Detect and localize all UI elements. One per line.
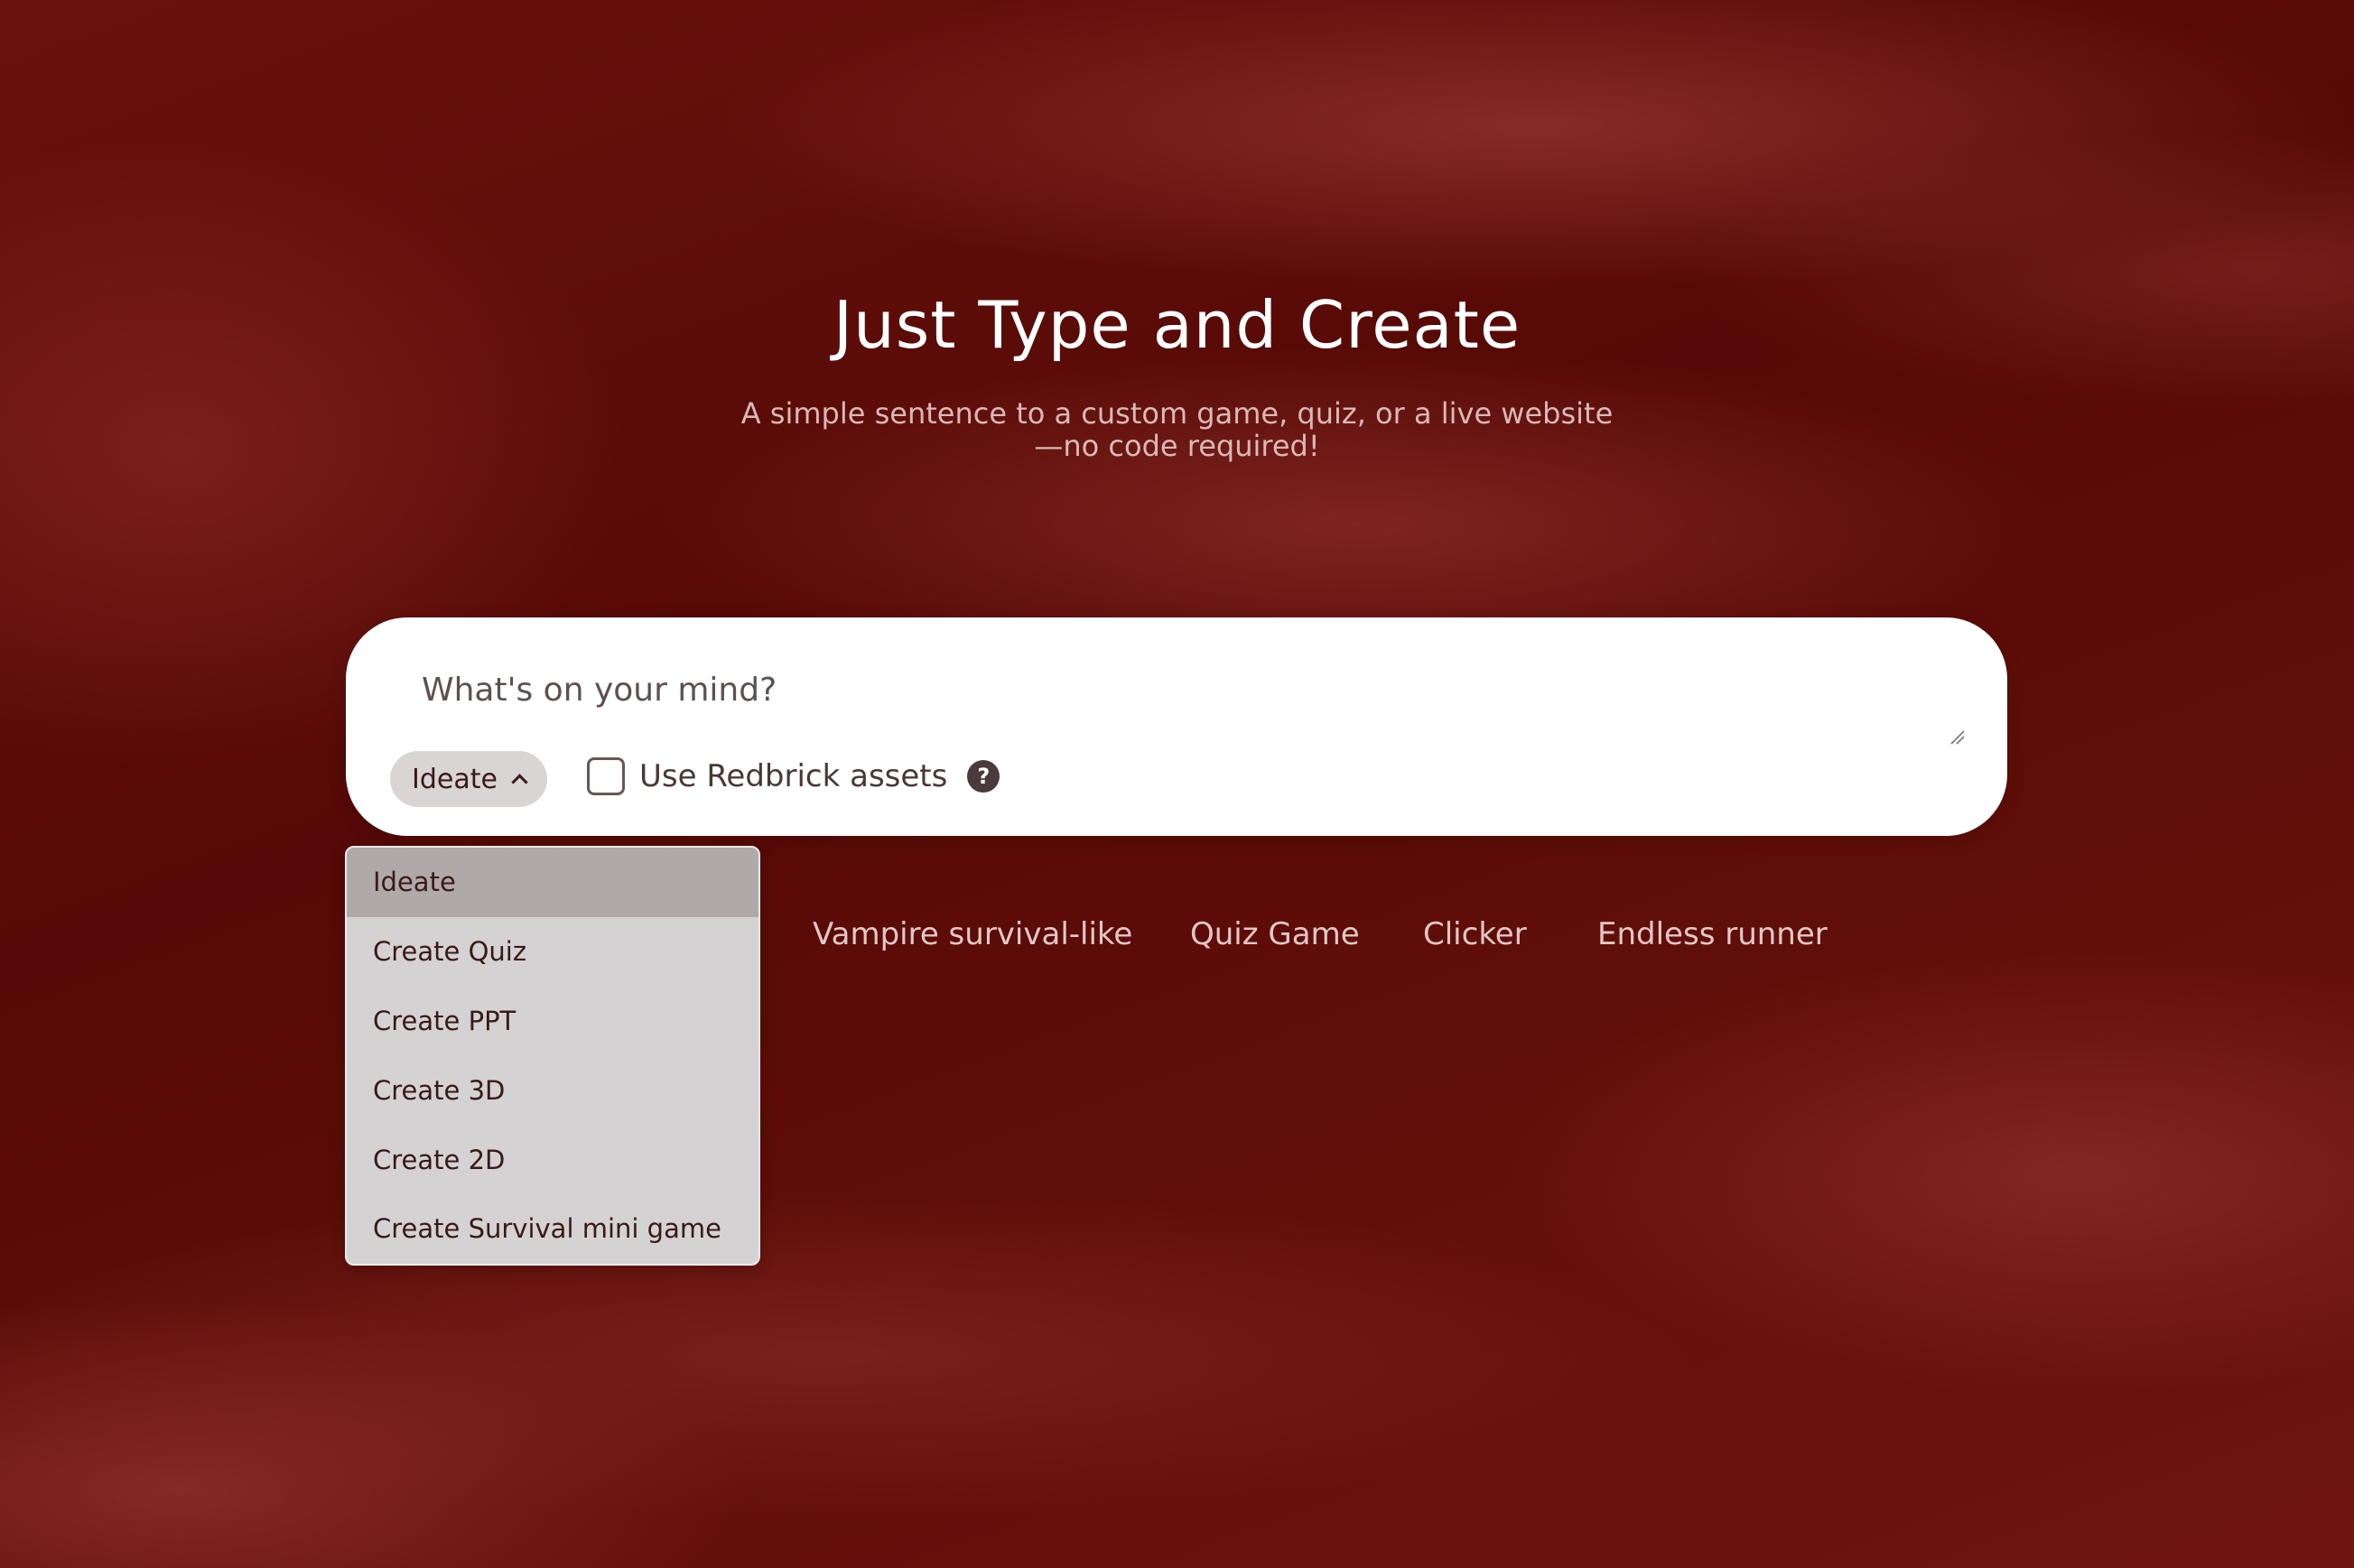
use-assets-option[interactable]: Use Redbrick assets ? xyxy=(587,757,1000,795)
suggestion-vampire-survival[interactable]: Vampire survival-like xyxy=(813,916,1132,952)
suggestion-endless-runner[interactable]: Endless runner xyxy=(1597,916,1828,952)
page-title: Just Type and Create xyxy=(833,287,1521,363)
mode-dropdown-menu: Ideate Create Quiz Create PPT Create 3D … xyxy=(345,846,760,1266)
chevron-up-icon xyxy=(511,773,528,791)
dropdown-item-create-3d[interactable]: Create 3D xyxy=(347,1055,758,1125)
mode-select-value: Ideate xyxy=(412,763,498,795)
resize-handle-icon[interactable] xyxy=(1948,728,1966,746)
mode-select-button[interactable]: Ideate xyxy=(390,751,547,807)
dropdown-item-create-survival[interactable]: Create Survival mini game xyxy=(347,1194,758,1264)
prompt-input[interactable] xyxy=(422,663,1866,717)
use-assets-label: Use Redbrick assets xyxy=(639,758,948,794)
prompt-card: Ideate Use Redbrick assets ? xyxy=(346,617,2007,836)
subtitle-line-2: —no code required! xyxy=(1034,429,1320,463)
subtitle-line-1: A simple sentence to a custom game, quiz… xyxy=(740,396,1614,431)
suggestion-chips: Vampire survival-like Quiz Game Clicker … xyxy=(0,916,2354,970)
dropdown-item-ideate[interactable]: Ideate xyxy=(347,848,758,917)
suggestion-clicker[interactable]: Clicker xyxy=(1423,916,1527,952)
suggestion-quiz-game[interactable]: Quiz Game xyxy=(1190,916,1360,952)
dropdown-item-create-2d[interactable]: Create 2D xyxy=(347,1125,758,1194)
dropdown-item-create-ppt[interactable]: Create PPT xyxy=(347,987,758,1056)
use-assets-checkbox[interactable] xyxy=(587,757,625,795)
question-circle-icon[interactable]: ? xyxy=(967,760,1000,793)
page-subtitle: A simple sentence to a custom game, quiz… xyxy=(0,397,2354,462)
